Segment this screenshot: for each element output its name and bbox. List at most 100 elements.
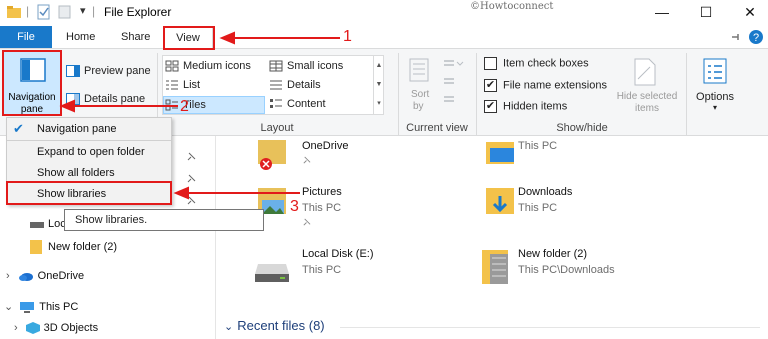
nav-item-onedrive[interactable]: › OneDrive bbox=[6, 270, 84, 282]
collapse-chevron-icon[interactable]: ⌄ bbox=[4, 301, 13, 313]
tile-name: Local Disk (E:) bbox=[302, 248, 374, 260]
annotation-box-view-tab bbox=[163, 26, 215, 50]
group-by-icons[interactable] bbox=[442, 57, 464, 117]
list-icon bbox=[166, 80, 178, 90]
layout-gallery: Medium icons Small icons List Details Ti… bbox=[162, 55, 384, 115]
drive-icon[interactable] bbox=[254, 260, 290, 284]
medium-icons-label: Medium icons bbox=[183, 60, 251, 72]
item-check-boxes-label: Item check boxes bbox=[503, 57, 589, 70]
content-option[interactable]: Content bbox=[269, 98, 326, 110]
preview-pane-icon bbox=[66, 65, 80, 78]
tile-location: This PC bbox=[518, 140, 558, 152]
tile-name: Downloads bbox=[518, 186, 573, 198]
tile-name: OneDrive bbox=[302, 140, 349, 152]
tile-location: This PC bbox=[518, 202, 558, 214]
pin-ribbon-icon[interactable] bbox=[730, 31, 742, 43]
current-view-group-label: Current view bbox=[406, 122, 468, 134]
medium-icons-option[interactable]: Medium icons bbox=[165, 60, 251, 72]
onedrive-folder-icon[interactable] bbox=[256, 140, 288, 172]
pin-icon bbox=[187, 196, 196, 205]
recent-files-label: Recent files (8) bbox=[237, 318, 325, 333]
details-icon bbox=[270, 80, 282, 90]
options-icon[interactable] bbox=[702, 57, 728, 85]
details-label: Details bbox=[287, 79, 321, 91]
pin-icon bbox=[187, 152, 196, 161]
nav-item-local-disk[interactable]: Loc bbox=[30, 218, 66, 230]
expand-chevron-icon[interactable]: › bbox=[6, 270, 10, 282]
desktop-folder-icon[interactable] bbox=[484, 140, 516, 168]
hide-selected-label-2: items bbox=[635, 103, 659, 114]
downloads-folder-icon[interactable] bbox=[484, 186, 516, 218]
new-folder-qa-icon[interactable] bbox=[58, 4, 72, 20]
tab-share[interactable]: Share bbox=[121, 26, 150, 48]
qa-separator: | bbox=[26, 4, 30, 18]
hidden-items-checkbox[interactable]: ✔ bbox=[484, 100, 497, 113]
content-area: OneDrive This PC Pictures This PC Downlo… bbox=[216, 136, 768, 339]
file-name-extensions-toggle[interactable]: ✔ File name extensions bbox=[484, 79, 607, 92]
pin-icon bbox=[303, 218, 311, 226]
nav-item-label: 3D Objects bbox=[43, 322, 99, 334]
small-icons-label: Small icons bbox=[287, 60, 344, 72]
tab-home[interactable]: Home bbox=[66, 26, 95, 48]
close-button[interactable]: ✕ bbox=[738, 2, 762, 22]
new-folder-icon[interactable] bbox=[478, 248, 514, 288]
small-icons-option[interactable]: Small icons bbox=[269, 60, 343, 72]
help-icon[interactable]: ? bbox=[748, 29, 764, 45]
nav-item-label: This PC bbox=[39, 301, 79, 313]
options-label[interactable]: Options bbox=[690, 91, 740, 103]
ribbon-separator bbox=[398, 53, 399, 135]
minimize-button[interactable]: — bbox=[650, 2, 674, 22]
tile-location: This PC bbox=[302, 264, 342, 276]
nav-item-3d-objects[interactable]: › 3D Objects bbox=[14, 322, 99, 335]
item-check-boxes-checkbox[interactable] bbox=[484, 57, 497, 70]
properties-icon[interactable] bbox=[36, 4, 52, 20]
medium-icons-icon bbox=[165, 60, 179, 72]
tiles-icon bbox=[165, 99, 178, 111]
preview-pane-button[interactable]: Preview pane bbox=[66, 65, 151, 78]
svg-text:?: ? bbox=[753, 32, 759, 44]
folder-icon bbox=[7, 6, 21, 18]
hidden-items-toggle[interactable]: ✔ Hidden items bbox=[484, 100, 567, 113]
menu-item-navigation-pane[interactable]: Navigation pane bbox=[37, 123, 117, 135]
file-name-extensions-checkbox[interactable]: ✔ bbox=[484, 79, 497, 92]
details-pane-button[interactable]: Details pane bbox=[66, 93, 146, 106]
recent-files-header[interactable]: ⌄ Recent files (8) bbox=[224, 318, 325, 333]
computer-icon bbox=[20, 302, 35, 314]
sort-by-label-2: by bbox=[413, 101, 424, 112]
tooltip: Show libraries. bbox=[64, 209, 264, 231]
folder-icon bbox=[30, 240, 42, 254]
drive-icon bbox=[30, 222, 44, 229]
ribbon-separator bbox=[686, 53, 687, 135]
item-check-boxes-toggle[interactable]: Item check boxes bbox=[484, 57, 589, 70]
cloud-icon bbox=[18, 273, 33, 282]
collapse-chevron-icon[interactable]: ⌄ bbox=[224, 321, 233, 333]
annotation-box-navigation-pane bbox=[2, 50, 62, 116]
tile-name: Pictures bbox=[302, 186, 342, 198]
tile-location: This PC bbox=[302, 202, 342, 214]
sort-by-icon[interactable] bbox=[408, 57, 434, 83]
content-label: Content bbox=[287, 98, 326, 110]
ribbon-tabs: File Home Share View ? bbox=[0, 26, 768, 48]
tile-location: This PC\Downloads bbox=[518, 264, 615, 276]
nav-item-new-folder[interactable]: New folder (2) bbox=[30, 240, 117, 254]
customize-qa-dropdown[interactable]: ▾ bbox=[80, 4, 86, 20]
hide-selected-icon[interactable] bbox=[632, 57, 658, 87]
layout-scroll[interactable]: ▲ ▼ ▾ bbox=[373, 56, 384, 114]
list-option[interactable]: List bbox=[165, 79, 200, 91]
menu-divider bbox=[7, 140, 171, 141]
details-pane-icon bbox=[66, 93, 80, 106]
annotation-box-show-libraries bbox=[6, 181, 172, 205]
details-option[interactable]: Details bbox=[269, 79, 321, 91]
nav-item-label: OneDrive bbox=[37, 270, 85, 282]
tab-file[interactable]: File bbox=[0, 26, 52, 48]
nav-item-this-pc[interactable]: ⌄ This PC bbox=[4, 300, 79, 314]
expand-chevron-icon[interactable]: › bbox=[14, 322, 18, 334]
menu-item-show-all-folders[interactable]: Show all folders bbox=[37, 167, 115, 179]
options-dropdown-icon[interactable]: ▾ bbox=[690, 103, 740, 112]
tiles-option[interactable]: Tiles bbox=[163, 96, 265, 114]
maximize-button[interactable]: ☐ bbox=[694, 2, 718, 22]
menu-item-expand-to-open-folder[interactable]: Expand to open folder bbox=[37, 146, 145, 158]
details-pane-label: Details pane bbox=[84, 93, 146, 105]
checkmark-icon: ✔ bbox=[13, 121, 24, 136]
tile-name: New folder (2) bbox=[518, 248, 588, 260]
